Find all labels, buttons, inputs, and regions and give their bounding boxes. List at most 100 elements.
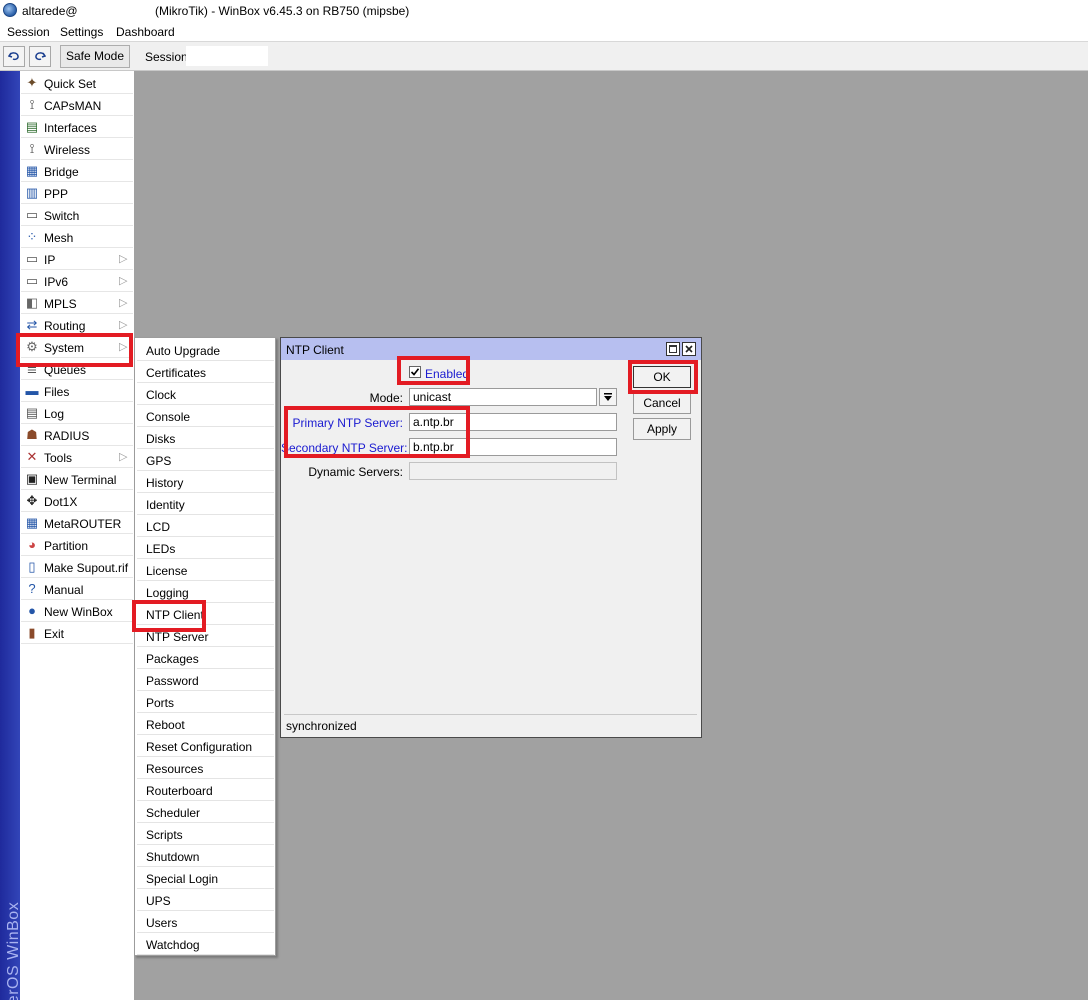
sidebar-item-interfaces[interactable]: ▤ Interfaces [21, 116, 133, 138]
submenu-item-users[interactable]: Users [137, 911, 274, 933]
sidebar-item-ipv6[interactable]: ▭ IPv6 ▷ [21, 270, 133, 292]
menu-session[interactable]: Session [7, 25, 50, 39]
sidebar-item-routing[interactable]: ⇄ Routing ▷ [21, 314, 133, 336]
sidebar-item-dot1x[interactable]: ✥ Dot1X [21, 490, 133, 512]
sidebar-item-make-supout-rif[interactable]: ▯ Make Supout.rif [21, 556, 133, 578]
sidebar-item-mesh[interactable]: ⁘ Mesh [21, 226, 133, 248]
file-icon: ▯ [28, 559, 36, 574]
enabled-label: Enabled [425, 367, 470, 381]
radius-icon: ☗ [26, 427, 38, 442]
sidebar-item-label: Interfaces [44, 121, 97, 135]
sidebar-item-wireless[interactable]: ⟟ Wireless [21, 138, 133, 160]
primary-ntp-input[interactable]: a.ntp.br [409, 413, 617, 431]
chevron-down-icon [604, 393, 612, 401]
session-input[interactable] [186, 46, 268, 66]
system-submenu: Auto Upgrade Certificates Clock Console Disk… [134, 337, 276, 956]
wireless-icon: ⟟ [29, 141, 35, 156]
mode-select[interactable]: unicast [409, 388, 597, 406]
submenu-item-resources[interactable]: Resources [137, 757, 274, 779]
sidebar-item-quick-set[interactable]: ✦ Quick Set [21, 72, 133, 94]
sidebar-item-partition[interactable]: ◕ Partition [21, 534, 133, 556]
menu-settings[interactable]: Settings [60, 25, 103, 39]
sidebar-item-new-winbox[interactable]: ● New WinBox [21, 600, 133, 622]
sidebar-item-exit[interactable]: ▮ Exit [21, 622, 133, 644]
sidebar-item-ppp[interactable]: ▥ PPP [21, 182, 133, 204]
apply-button[interactable]: Apply [633, 418, 691, 440]
sidebar-item-new-terminal[interactable]: ▣ New Terminal [21, 468, 133, 490]
sidebar-item-system[interactable]: ⚙ System ▷ [21, 336, 133, 358]
sidebar-item-label: Exit [44, 627, 65, 641]
sidebar-item-label: New Terminal [44, 473, 117, 487]
submenu-item-lcd[interactable]: LCD [137, 515, 274, 537]
submenu-item-shutdown[interactable]: Shutdown [137, 845, 274, 867]
ok-button[interactable]: OK [633, 366, 691, 388]
sidebar-item-mpls[interactable]: ◧ MPLS ▷ [21, 292, 133, 314]
maximize-icon[interactable] [666, 342, 680, 356]
secondary-ntp-input[interactable]: b.ntp.br [409, 438, 617, 456]
sidebar-item-queues[interactable]: ≣ Queues [21, 358, 133, 380]
submenu-item-password[interactable]: Password [137, 669, 274, 691]
submenu-item-ntp-server[interactable]: NTP Server [137, 625, 274, 647]
sidebar-item-manual[interactable]: ? Manual [21, 578, 133, 600]
sidebar-item-label: Dot1X [44, 495, 78, 509]
submenu-item-license[interactable]: License [137, 559, 274, 581]
enabled-checkbox[interactable] [409, 366, 421, 378]
submenu-item-gps[interactable]: GPS [137, 449, 274, 471]
submenu-item-label: Watchdog [146, 938, 200, 952]
sidebar-item-metarouter[interactable]: ▦ MetaROUTER [21, 512, 133, 534]
sidebar-item-tools[interactable]: ✕ Tools ▷ [21, 446, 133, 468]
submenu-item-logging[interactable]: Logging [137, 581, 274, 603]
submenu-item-leds[interactable]: LEDs [137, 537, 274, 559]
submenu-item-label: Special Login [146, 872, 219, 886]
submenu-item-certificates[interactable]: Certificates [137, 361, 274, 383]
submenu-item-label: Users [146, 916, 178, 930]
menu-bar: Session Settings Dashboard [0, 22, 1088, 42]
undo-button[interactable] [3, 46, 25, 67]
submenu-item-label: Logging [146, 586, 189, 600]
submenu-item-disks[interactable]: Disks [137, 427, 274, 449]
sidebar-item-files[interactable]: ▬ Files [21, 380, 133, 402]
submenu-item-label: Reset Configuration [146, 740, 253, 754]
submenu-item-label: NTP Client [146, 608, 204, 622]
submenu-item-history[interactable]: History [137, 471, 274, 493]
submenu-item-watchdog[interactable]: Watchdog [137, 933, 274, 955]
sidebar-item-bridge[interactable]: ▦ Bridge [21, 160, 133, 182]
sidebar-item-switch[interactable]: ▭ Switch [21, 204, 133, 226]
sidebar-item-capsman[interactable]: ⟟ CAPsMAN [21, 94, 133, 116]
ipv6-icon: ▭ [25, 273, 39, 288]
submenu-item-scheduler[interactable]: Scheduler [137, 801, 274, 823]
sidebar-item-label: MPLS [44, 297, 77, 311]
sidebar-item-label: Routing [44, 319, 86, 333]
submenu-item-label: Password [146, 674, 199, 688]
main-sidebar: ✦ Quick Set ⟟ CAPsMAN ▤ Interfaces ⟟ Wireless ▦ B… [20, 71, 134, 1000]
submenu-item-scripts[interactable]: Scripts [137, 823, 274, 845]
submenu-item-label: NTP Server [146, 630, 209, 644]
submenu-item-ups[interactable]: UPS [137, 889, 274, 911]
submenu-item-ntp-client[interactable]: NTP Client [137, 603, 274, 625]
sidebar-item-ip[interactable]: ▭ IP ▷ [21, 248, 133, 270]
submenu-item-label: Scheduler [146, 806, 201, 820]
sidebar-item-log[interactable]: ▤ Log [21, 402, 133, 424]
safe-mode-button[interactable]: Safe Mode [60, 45, 130, 68]
submenu-item-packages[interactable]: Packages [137, 647, 274, 669]
submenu-item-routerboard[interactable]: Routerboard [137, 779, 274, 801]
dialog-titlebar[interactable]: NTP Client [281, 338, 701, 360]
submenu-item-identity[interactable]: Identity [137, 493, 274, 515]
submenu-item-clock[interactable]: Clock [137, 383, 274, 405]
submenu-item-reboot[interactable]: Reboot [137, 713, 274, 735]
submenu-item-console[interactable]: Console [137, 405, 274, 427]
close-icon[interactable] [682, 342, 696, 356]
submenu-item-reset-configuration[interactable]: Reset Configuration [137, 735, 274, 757]
redo-button[interactable] [29, 46, 51, 67]
menu-dashboard[interactable]: Dashboard [116, 25, 175, 39]
submenu-item-special-login[interactable]: Special Login [137, 867, 274, 889]
submenu-item-auto-upgrade[interactable]: Auto Upgrade [137, 339, 274, 361]
sidebar-item-radius[interactable]: ☗ RADIUS [21, 424, 133, 446]
submenu-item-ports[interactable]: Ports [137, 691, 274, 713]
submenu-item-label: Certificates [146, 366, 207, 380]
sidebar-item-label: Partition [44, 539, 89, 553]
submenu-item-label: UPS [146, 894, 171, 908]
mode-dropdown-button[interactable] [599, 388, 617, 406]
cancel-button[interactable]: Cancel [633, 392, 691, 414]
submenu-item-label: Shutdown [146, 850, 200, 864]
